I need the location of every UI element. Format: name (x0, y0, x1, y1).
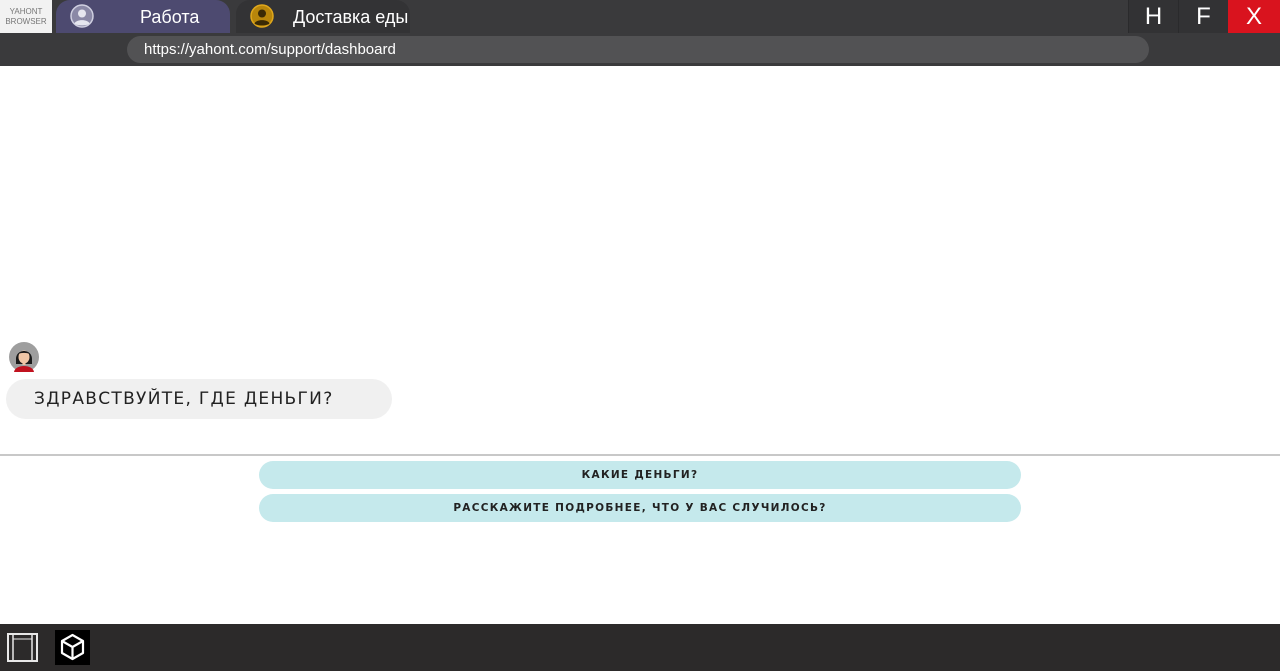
browser-logo: YAHONT BROWSER (0, 0, 52, 33)
user-icon (250, 4, 274, 28)
close-button[interactable]: X (1228, 0, 1280, 33)
tab-label: Работа (140, 7, 200, 27)
user-icon (70, 4, 94, 28)
tab-food-delivery[interactable]: Доставка еды (236, 0, 410, 33)
message-bubble: ЗДРАВСТВУЙТЕ, ГДЕ ДЕНЬГИ? (6, 379, 392, 419)
logo-line-1: YAHONT (9, 6, 43, 16)
address-bar: https://yahont.com/support/dashboard (0, 33, 1280, 66)
url-input[interactable]: https://yahont.com/support/dashboard (127, 36, 1149, 63)
reply-option-button[interactable]: РАССКАЖИТЕ ПОДРОБНЕЕ, ЧТО У ВАС СЛУЧИЛОС… (259, 494, 1021, 522)
title-bar: YAHONT BROWSER Работа Доставка еды H F X (0, 0, 1280, 33)
window-frame-icon[interactable] (5, 630, 40, 665)
tab-label: Доставка еды (293, 7, 409, 27)
message-text: ЗДРАВСТВУЙТЕ, ГДЕ ДЕНЬГИ? (34, 389, 334, 409)
tab-work[interactable]: Работа (56, 0, 230, 33)
unity-logo-icon[interactable] (55, 630, 90, 665)
reply-option-button[interactable]: КАКИЕ ДЕНЬГИ? (259, 461, 1021, 489)
app-window: YAHONT BROWSER Работа Доставка еды H F X… (0, 0, 1280, 671)
chat-area: ЗДРАВСТВУЙТЕ, ГДЕ ДЕНЬГИ? (0, 66, 1280, 454)
hide-button[interactable]: H (1128, 0, 1178, 33)
taskbar (0, 624, 1280, 671)
woman-avatar-icon (9, 342, 39, 372)
divider (0, 454, 1280, 456)
fullscreen-button[interactable]: F (1178, 0, 1228, 33)
logo-line-2: BROWSER (5, 16, 47, 26)
